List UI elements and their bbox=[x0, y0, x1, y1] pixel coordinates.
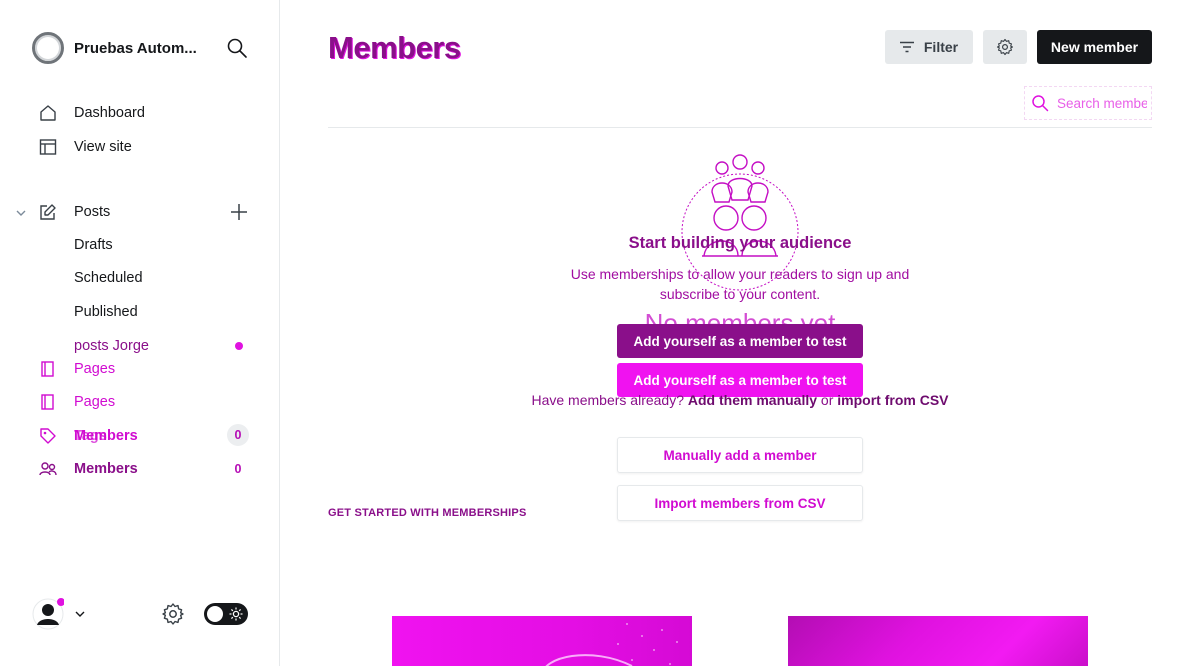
add-yourself-button[interactable]: Add yourself as a member to test bbox=[617, 324, 863, 358]
import-csv-link[interactable]: import from CSV bbox=[837, 392, 948, 408]
nav-published[interactable]: Published bbox=[74, 304, 138, 320]
unread-dot bbox=[235, 342, 243, 350]
nav-pages-ghost[interactable]: Pages bbox=[38, 392, 115, 412]
search-icon bbox=[1032, 95, 1049, 112]
nav-tags-members[interactable]: Tags Members bbox=[38, 426, 138, 446]
empty-state-title: Start building your audience bbox=[628, 234, 852, 252]
nav-posts[interactable]: Posts bbox=[38, 202, 110, 222]
chevron-down-icon[interactable] bbox=[14, 206, 28, 220]
card-pattern-icon bbox=[545, 623, 678, 666]
theme-toggle[interactable] bbox=[204, 603, 248, 625]
members-count-badge: 0 bbox=[234, 462, 242, 476]
filter-button[interactable]: Filter bbox=[885, 30, 973, 64]
page-icon bbox=[38, 359, 58, 379]
nav-posts-jorge[interactable]: posts Jorge bbox=[74, 338, 149, 354]
edit-icon bbox=[38, 202, 58, 222]
members-count-badge-overlay: 0 bbox=[227, 424, 249, 446]
user-avatar-icon[interactable] bbox=[32, 598, 64, 630]
nav-scheduled[interactable]: Scheduled bbox=[74, 270, 143, 286]
layout-icon bbox=[38, 137, 58, 157]
filter-icon bbox=[899, 41, 914, 53]
member-search[interactable] bbox=[1024, 86, 1152, 120]
nav-tags-members-labels: Tags Members bbox=[74, 428, 138, 444]
users-icon bbox=[38, 459, 58, 479]
nav-drafts[interactable]: Drafts bbox=[74, 237, 113, 253]
tag-icon bbox=[38, 426, 58, 446]
page-title: Members bbox=[328, 30, 461, 65]
nav-dashboard-label: Dashboard bbox=[74, 105, 145, 121]
empty-state-description: Use memberships to allow your readers to… bbox=[570, 266, 910, 302]
sidebar: Pruebas Autom... Dashboard View site Pos… bbox=[0, 0, 280, 666]
nav-view-site-label: View site bbox=[74, 139, 132, 155]
plus-icon[interactable] bbox=[228, 201, 250, 223]
add-manually-link[interactable]: Add them manually bbox=[688, 392, 817, 408]
tutorial-card-image-2[interactable] bbox=[788, 616, 1088, 666]
header-divider bbox=[328, 127, 1152, 128]
tutorial-card-image[interactable] bbox=[392, 616, 692, 666]
have-members-prefix: Have members already? bbox=[531, 392, 684, 408]
site-name: Pruebas Autom... bbox=[74, 39, 197, 57]
nav-posts-label: Posts bbox=[74, 204, 111, 220]
nav-pages-ghost-label: Pages bbox=[74, 394, 116, 410]
get-started-heading: GET STARTED WITH MEMBERSHIPS bbox=[328, 507, 527, 519]
home-icon bbox=[38, 103, 58, 123]
nav-view-site[interactable]: View site bbox=[38, 137, 132, 157]
site-brand[interactable]: Pruebas Autom... bbox=[32, 32, 197, 64]
gear-icon[interactable] bbox=[161, 602, 185, 626]
import-members-csv-button[interactable]: Import members from CSV bbox=[617, 485, 863, 521]
sun-icon bbox=[229, 607, 243, 621]
members-settings-button[interactable] bbox=[983, 30, 1027, 64]
filter-label: Filter bbox=[923, 39, 959, 55]
nav-members[interactable]: Members bbox=[38, 459, 138, 479]
site-logo-icon bbox=[32, 32, 64, 64]
new-member-button[interactable]: New member bbox=[1037, 30, 1152, 64]
nav-pages-label: Pages bbox=[74, 361, 116, 377]
chevron-down-icon[interactable] bbox=[74, 608, 86, 620]
nav-dashboard[interactable]: Dashboard bbox=[38, 103, 145, 123]
search-input[interactable] bbox=[1057, 95, 1147, 111]
page-icon bbox=[38, 392, 58, 412]
search-icon[interactable] bbox=[226, 37, 248, 59]
nav-pages[interactable]: Pages bbox=[38, 359, 115, 379]
gear-icon bbox=[996, 38, 1014, 56]
or-text: or bbox=[820, 392, 834, 408]
nav-members-label: Members bbox=[74, 461, 138, 477]
toggle-knob bbox=[207, 606, 223, 622]
nav-tags-label: Tags bbox=[74, 428, 107, 444]
manually-add-member-button[interactable]: Manually add a member bbox=[617, 437, 863, 473]
have-members-text: Have members already? Add them manually … bbox=[440, 392, 1040, 408]
